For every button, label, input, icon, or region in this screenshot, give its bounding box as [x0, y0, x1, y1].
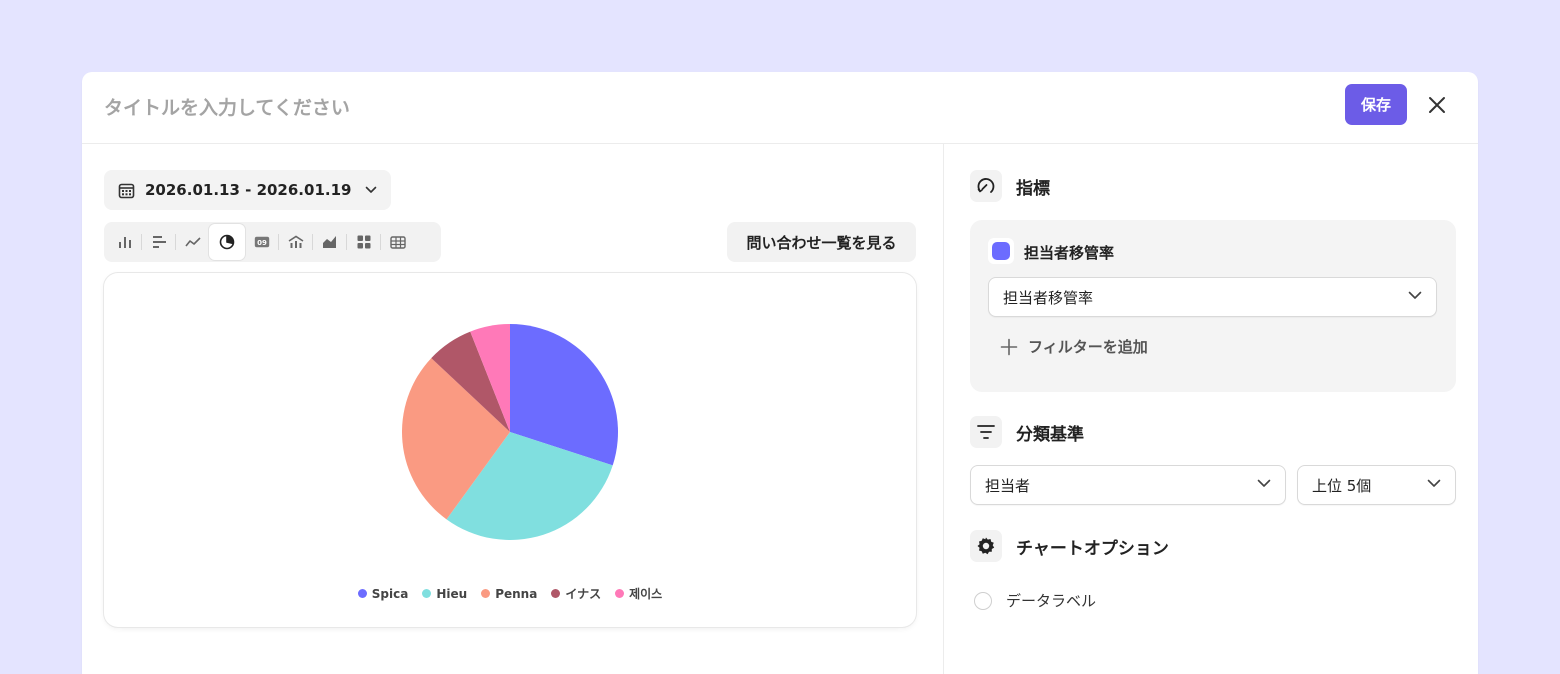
chart-type-funnel[interactable] — [279, 226, 312, 258]
pie-chart-icon — [219, 234, 235, 250]
chevron-down-icon — [1257, 479, 1271, 487]
number-card-icon: 09 — [254, 236, 269, 248]
close-icon — [1429, 97, 1445, 113]
gear-icon — [977, 537, 995, 555]
gauge-icon — [977, 178, 995, 193]
chart-editor-modal: 保存 2026.01.13 - 2026.01.19 — [82, 72, 1478, 674]
metric-color-swatch[interactable] — [988, 238, 1014, 264]
metric-section-icon-box — [970, 170, 1002, 202]
date-range-label: 2026.01.13 - 2026.01.19 — [145, 181, 352, 199]
chart-options-section-header: チャートオプション — [970, 530, 1169, 562]
group-by-select[interactable]: 担当者 — [970, 465, 1286, 505]
legend-label: Penna — [495, 586, 538, 601]
table-icon — [389, 235, 406, 249]
legend-label: Hieu — [436, 586, 468, 601]
chart-card: Spica Hieu Penna イナス 제이스 — [104, 273, 916, 627]
group-by-value: 担当者 — [985, 476, 1031, 495]
vertical-bar-chart-icon — [118, 237, 131, 248]
chart-options-title: チャートオプション — [1016, 538, 1169, 559]
area-chart-icon — [322, 236, 336, 248]
svg-text:09: 09 — [257, 239, 267, 247]
metric-card: 担当者移管率 担当者移管率 フィルターを追加 — [970, 220, 1456, 392]
add-filter-label: フィルターを追加 — [1028, 338, 1148, 356]
chart-type-horizontal-bar[interactable] — [142, 226, 175, 258]
horizontal-bar-chart-icon — [152, 236, 166, 248]
top-n-value: 上位 5個 — [1312, 476, 1372, 495]
classification-section-icon-box — [970, 416, 1002, 448]
date-range-picker[interactable]: 2026.01.13 - 2026.01.19 — [104, 170, 392, 210]
metric-name: 担当者移管率 — [1024, 244, 1115, 262]
chart-legend: Spica Hieu Penna イナス 제이스 — [104, 585, 916, 602]
metric-select-value: 担当者移管率 — [1003, 288, 1094, 307]
legend-dot — [422, 589, 432, 598]
chevron-down-icon — [1408, 291, 1422, 299]
classification-title: 分類基準 — [1016, 424, 1084, 445]
top-n-select[interactable]: 上位 5個 — [1297, 465, 1456, 505]
chart-type-area[interactable] — [313, 226, 346, 258]
modal-header: 保存 — [82, 72, 1478, 144]
data-label-text: データラベル — [1006, 592, 1097, 610]
metrics-section-header: 指標 — [970, 170, 1050, 202]
chart-type-line[interactable] — [176, 226, 209, 258]
legend-dot — [615, 589, 625, 598]
legend-label: イナス — [565, 587, 602, 601]
chart-type-toolbar: 09 — [104, 222, 441, 262]
metrics-title: 指標 — [1016, 178, 1050, 199]
legend-dot — [481, 589, 491, 598]
calendar-icon — [118, 183, 135, 198]
chart-type-grid[interactable] — [347, 226, 380, 258]
filter-lines-icon — [977, 425, 995, 439]
settings-pane: 指標 担当者移管率 担当者移管率 フィルターを追加 分類基準 担当者 上位 5個… — [944, 144, 1478, 674]
close-button[interactable] — [1420, 88, 1454, 122]
chart-type-table[interactable] — [381, 226, 414, 258]
chart-type-pie[interactable] — [209, 224, 245, 260]
legend-dot — [551, 589, 561, 598]
chevron-down-icon — [366, 186, 377, 193]
legend-dot — [357, 589, 367, 598]
add-filter-button[interactable]: フィルターを追加 — [1000, 336, 1148, 357]
metric-select[interactable]: 担当者移管率 — [988, 277, 1437, 317]
legend-item[interactable]: 제이스 — [615, 585, 662, 602]
chart-preview-pane: 2026.01.13 - 2026.01.19 09 問い合わせ一覧を見る Sp… — [82, 144, 943, 674]
funnel-chart-icon — [288, 235, 303, 248]
legend-item[interactable]: Spica — [357, 585, 409, 602]
data-label-option[interactable]: データラベル — [974, 590, 1096, 611]
chart-type-number[interactable]: 09 — [245, 226, 278, 258]
legend-label: Spica — [371, 586, 409, 601]
save-button[interactable]: 保存 — [1345, 84, 1407, 125]
legend-item[interactable]: イナス — [551, 585, 601, 602]
classification-section-header: 分類基準 — [970, 416, 1084, 448]
legend-item[interactable]: Penna — [481, 585, 537, 602]
legend-label: 제이스 — [629, 587, 663, 601]
chevron-down-icon — [1427, 479, 1441, 487]
view-inquiries-button[interactable]: 問い合わせ一覧を見る — [727, 222, 916, 262]
pie-chart — [402, 324, 618, 540]
chart-type-vertical-bar[interactable] — [108, 226, 141, 258]
chart-options-section-icon-box — [970, 530, 1002, 562]
line-chart-icon — [184, 237, 201, 247]
plus-icon — [1000, 338, 1018, 355]
data-label-checkbox[interactable] — [974, 591, 992, 610]
grid-icon — [357, 235, 370, 249]
legend-item[interactable]: Hieu — [422, 585, 467, 602]
title-input[interactable] — [104, 96, 704, 119]
